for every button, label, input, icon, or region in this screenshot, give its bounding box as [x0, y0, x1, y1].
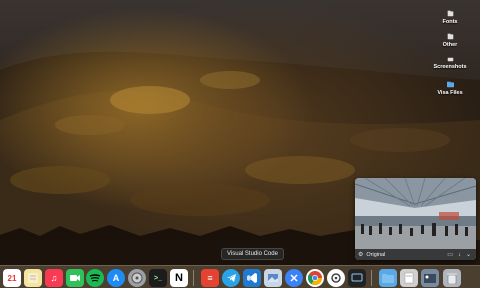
folder-icon	[447, 57, 453, 62]
desktop-item-label: Screenshots	[433, 64, 467, 70]
picture-in-picture-window[interactable]: ⚙ Original ▭ ↓ ⌄	[355, 178, 476, 260]
desktop-item-fonts[interactable]: Fonts	[420, 10, 480, 25]
document-stack-icon[interactable]	[400, 269, 418, 287]
music-icon[interactable]: ♫	[45, 269, 63, 287]
image-stack-icon[interactable]	[421, 269, 439, 287]
desktop-item-label: Other	[442, 42, 458, 48]
pip-settings-icon[interactable]: ⚙	[358, 251, 363, 258]
calendar-icon[interactable]: 21	[3, 269, 21, 287]
desktop-item-screenshots[interactable]: Screenshots	[420, 57, 480, 70]
desktop-item-visa-files[interactable]: Visa Files	[420, 81, 480, 96]
terminal-icon[interactable]: >_	[149, 269, 167, 287]
notion-icon[interactable]: N	[170, 269, 188, 287]
chevron-down-icon[interactable]: ⌄	[466, 251, 471, 258]
pip-video-frame	[355, 178, 476, 260]
xcode-icon[interactable]	[285, 269, 303, 287]
desktop-item-other[interactable]: Other	[420, 33, 480, 48]
system-preferences-icon[interactable]	[327, 269, 345, 287]
folder-icon	[447, 33, 453, 40]
dock: 21 ♫ A >_ N ≡	[0, 265, 480, 288]
app-store-icon[interactable]: A	[107, 269, 125, 287]
dock-separator	[371, 270, 372, 286]
trash-icon[interactable]	[443, 269, 461, 287]
screen-mirror-icon[interactable]	[348, 269, 366, 287]
download-icon[interactable]: ↓	[458, 252, 461, 258]
pip-title: Original	[366, 251, 386, 258]
airplay-icon[interactable]: ▭	[447, 251, 453, 258]
disk-utility-icon[interactable]	[128, 269, 146, 287]
todoist-icon[interactable]: ≡	[201, 269, 219, 287]
dock-tooltip: Visual Studio Code	[221, 248, 284, 260]
pip-control-bar: ⚙ Original ▭ ↓ ⌄	[355, 249, 476, 260]
folder-icon	[446, 81, 454, 88]
visual-studio-code-icon[interactable]	[243, 269, 261, 287]
chrome-icon[interactable]	[306, 269, 324, 287]
folder-icon	[447, 10, 453, 17]
telegram-icon[interactable]	[222, 269, 240, 287]
preview-icon[interactable]	[264, 269, 282, 287]
facetime-icon[interactable]	[66, 269, 84, 287]
desktop-item-label: Visa Files	[437, 90, 463, 96]
desktop-item-label: Fonts	[442, 19, 458, 25]
dock-separator	[193, 270, 194, 286]
downloads-folder-icon[interactable]	[379, 269, 397, 287]
spotify-icon[interactable]	[86, 269, 104, 287]
notes-icon[interactable]	[24, 269, 42, 287]
